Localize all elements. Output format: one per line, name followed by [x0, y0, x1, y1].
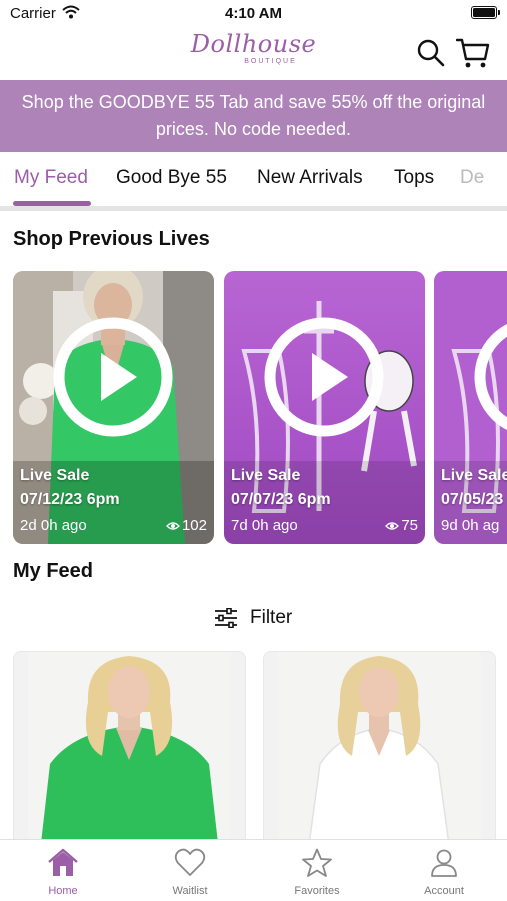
live-views: 75 [385, 517, 418, 534]
product-image [28, 652, 231, 852]
live-card[interactable]: Live Sale 07/12/23 6pm 2d 0h ago 102 [13, 271, 214, 544]
live-date: 07/05/23 [441, 491, 504, 508]
category-tabs: My Feed Good Bye 55 New Arrivals Tops De [0, 152, 507, 208]
live-title: Live Sale [231, 467, 301, 484]
tab-my-feed[interactable]: My Feed [14, 167, 88, 189]
nav-label: Waitlist [172, 885, 208, 897]
filter-label: Filter [250, 607, 293, 628]
tab-good-bye-55[interactable]: Good Bye 55 [116, 167, 227, 189]
live-view-count: 102 [181, 517, 207, 534]
tabs-divider [0, 206, 507, 211]
clock: 4:10 AM [225, 5, 282, 22]
live-date: 07/07/23 6pm [231, 491, 331, 508]
bottom-nav: Home Waitlist Favorites Account [0, 839, 507, 901]
battery-icon [471, 6, 500, 19]
nav-label: Home [48, 885, 78, 897]
eye-icon [166, 522, 180, 530]
search-icon[interactable] [416, 38, 446, 68]
app-header: Dollhouse BOUTIQUE [0, 28, 507, 80]
star-icon [302, 848, 332, 877]
eye-icon [385, 522, 400, 530]
live-view-count: 75 [401, 517, 418, 534]
nav-label: Favorites [294, 885, 340, 897]
lives-carousel[interactable]: Live Sale 07/12/23 6pm 2d 0h ago 102 Liv… [0, 271, 507, 545]
nav-account[interactable]: Account [381, 840, 507, 901]
play-icon[interactable] [474, 317, 507, 437]
live-date: 07/12/23 6pm [20, 491, 120, 508]
heart-icon [174, 848, 206, 876]
tab-tops[interactable]: Tops [394, 167, 434, 189]
person-icon [431, 849, 457, 877]
play-icon[interactable] [264, 317, 384, 437]
tab-partial[interactable]: De [460, 167, 484, 189]
sliders-icon [215, 608, 237, 628]
live-age: 7d 0h ago [231, 517, 298, 534]
play-icon[interactable] [53, 317, 173, 437]
promo-banner[interactable]: Shop the GOODBYE 55 Tab and save 55% off… [0, 80, 507, 152]
cart-icon[interactable] [456, 37, 490, 69]
live-age: 9d 0h ag [441, 517, 500, 534]
live-title: Live Sale [441, 467, 507, 484]
status-bar: Carrier 4:10 AM [0, 0, 507, 28]
product-card[interactable] [263, 651, 496, 853]
product-image [278, 652, 481, 852]
live-title: Live Sale [20, 467, 90, 484]
section-title-lives: Shop Previous Lives [13, 228, 210, 250]
live-age: 2d 0h ago [20, 517, 87, 534]
live-card[interactable]: Live Sale 07/07/23 6pm 7d 0h ago 75 [224, 271, 425, 544]
live-card[interactable]: Live Sale 07/05/23 9d 0h ag [434, 271, 507, 544]
nav-home[interactable]: Home [0, 840, 126, 901]
product-card[interactable] [13, 651, 246, 853]
tab-new-arrivals[interactable]: New Arrivals [257, 167, 363, 189]
live-views: 102 [166, 517, 207, 534]
home-icon [48, 848, 78, 876]
nav-label: Account [424, 885, 464, 897]
nav-waitlist[interactable]: Waitlist [127, 840, 253, 901]
section-title-feed: My Feed [13, 560, 94, 582]
nav-favorites[interactable]: Favorites [254, 840, 380, 901]
